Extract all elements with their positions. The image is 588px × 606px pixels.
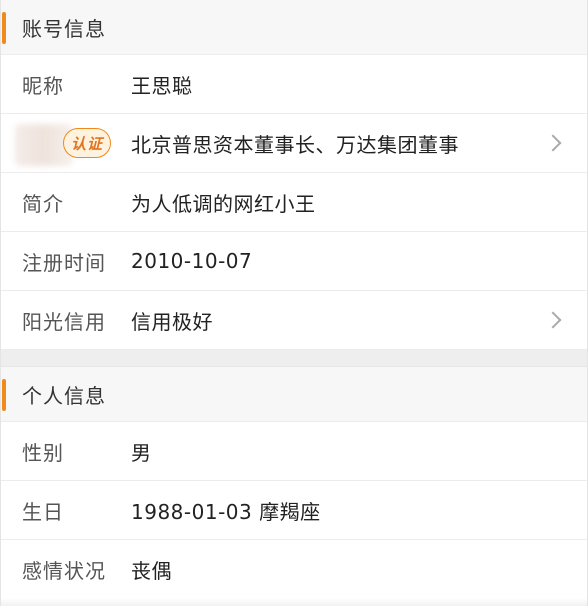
relationship-row: 感情状况 丧偶 (1, 540, 587, 599)
nickname-row: 昵称 王思聪 (1, 55, 587, 114)
nickname-value: 王思聪 (131, 73, 193, 98)
sunshine-credit-value: 信用极好 (131, 309, 213, 334)
relationship-label: 感情状况 (22, 558, 106, 583)
personal-info-title: 个人信息 (22, 383, 106, 408)
register-time-row: 注册时间 2010-10-07 (1, 232, 587, 291)
section-divider (1, 350, 587, 367)
section-accent-bar (2, 12, 6, 44)
chevron-right-icon (544, 311, 562, 329)
personal-info-header: 个人信息 (1, 367, 587, 422)
sunshine-credit-label: 阳光信用 (22, 309, 106, 334)
birthday-row: 生日 1988-01-03 摩羯座 (1, 481, 587, 540)
verification-value: 北京普思资本董事长、万达集团董事 (131, 132, 459, 157)
verification-row[interactable]: 认证 北京普思资本董事长、万达集团董事 (1, 114, 587, 173)
profile-info-page: 账号信息 昵称 王思聪 认证 北京普思资本董事长、万达集团董事 简介 为人低调的… (0, 0, 588, 606)
sunshine-credit-row[interactable]: 阳光信用 信用极好 (1, 291, 587, 350)
relationship-value: 丧偶 (131, 558, 172, 583)
intro-row: 简介 为人低调的网红小王 (1, 173, 587, 232)
section-accent-bar (2, 379, 6, 411)
nickname-label: 昵称 (22, 73, 64, 98)
account-info-header: 账号信息 (1, 0, 587, 55)
gender-label: 性别 (22, 440, 64, 465)
birthday-value: 1988-01-03 摩羯座 (131, 499, 321, 524)
register-time-label: 注册时间 (22, 250, 106, 275)
gender-row: 性别 男 (1, 422, 587, 481)
verified-badge: 认证 (63, 128, 111, 158)
gender-value: 男 (131, 440, 152, 465)
register-time-value: 2010-10-07 (131, 249, 253, 273)
intro-value: 为人低调的网红小王 (131, 191, 316, 216)
chevron-right-icon (544, 134, 562, 152)
account-info-title: 账号信息 (22, 16, 106, 41)
bottom-edge (1, 598, 587, 606)
intro-label: 简介 (22, 191, 64, 216)
birthday-label: 生日 (22, 499, 64, 524)
